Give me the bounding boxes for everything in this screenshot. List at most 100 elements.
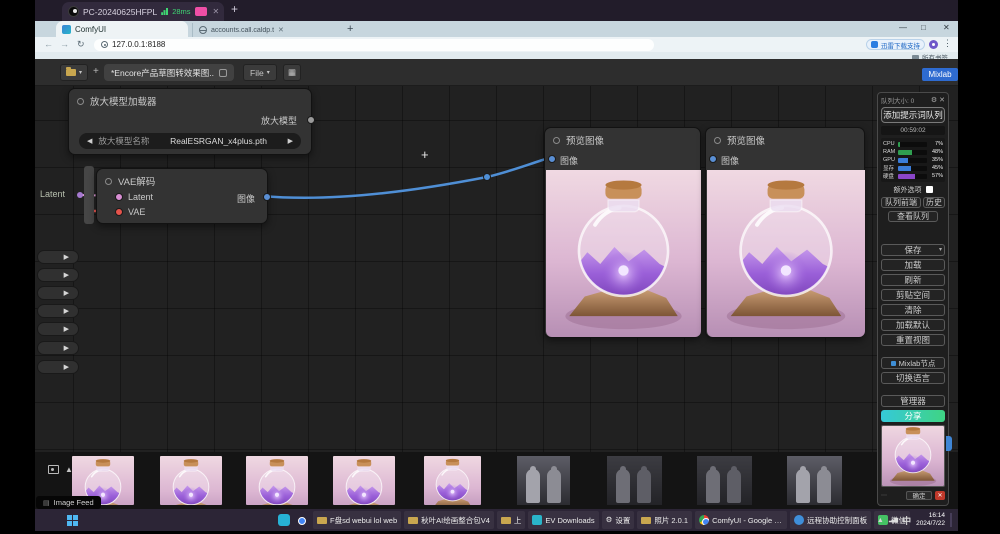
- collapsed-widget-pill[interactable]: ▶: [37, 360, 79, 374]
- taskbar-item-photos[interactable]: 照片 2.0.1: [637, 511, 692, 529]
- mixlab-nodes-button[interactable]: Mixlab节点: [881, 357, 945, 369]
- load-default-button[interactable]: 加载默认: [881, 319, 945, 331]
- bookmark-icon[interactable]: [219, 69, 227, 77]
- browser-tab-secondary[interactable]: accounts.call.caldp.t ✕: [192, 23, 338, 37]
- close-menu-icon[interactable]: ✕: [939, 96, 945, 104]
- refresh-button[interactable]: 刷新: [881, 274, 945, 286]
- browser-menu-icon[interactable]: ⋮: [943, 38, 952, 49]
- last-generated-thumbnail[interactable]: [881, 425, 945, 487]
- address-bar[interactable]: 127.0.0.1:8188: [94, 39, 654, 51]
- collapsed-widget-pill[interactable]: ▶: [37, 268, 79, 282]
- image-feed-label[interactable]: ▤ Image Feed: [36, 496, 101, 509]
- gallery-icon[interactable]: [48, 465, 59, 474]
- combo-right-icon[interactable]: ▶: [288, 137, 293, 145]
- new-tab-button[interactable]: +: [347, 23, 353, 35]
- node-preview-image-2[interactable]: 预览图像 图像: [705, 127, 865, 338]
- feed-thumbnail[interactable]: [160, 456, 222, 505]
- share-button[interactable]: 分享: [881, 410, 945, 422]
- extra-options-checkbox[interactable]: [926, 186, 933, 193]
- close-red-button[interactable]: ✕: [935, 491, 945, 500]
- remote-session-tab[interactable]: PC-20240625HFPL 28ms ✕: [62, 2, 224, 21]
- workflows-folder-button[interactable]: ▾: [60, 64, 88, 81]
- collapsed-widget-pill[interactable]: ▶: [37, 304, 79, 318]
- load-button[interactable]: 加载: [881, 259, 945, 271]
- collapsed-widget-pill[interactable]: ▶: [37, 250, 79, 264]
- collapse-dot[interactable]: [714, 137, 721, 144]
- maximize-button[interactable]: □: [921, 23, 926, 32]
- confirm-button[interactable]: 确定: [906, 491, 932, 500]
- new-session-button[interactable]: +: [231, 2, 238, 16]
- extension-avatar-icon[interactable]: [929, 40, 938, 49]
- start-button[interactable]: [67, 515, 78, 526]
- save-button[interactable]: 保存: [881, 244, 945, 256]
- refresh-button[interactable]: ↻: [77, 39, 85, 50]
- feed-thumbnail[interactable]: [517, 456, 570, 505]
- clipspace-button[interactable]: 剪贴空间: [881, 289, 945, 301]
- play-icon: ▶: [64, 271, 69, 279]
- site-info-icon[interactable]: [101, 41, 108, 48]
- taskbar-item-settings[interactable]: ⚙设置: [602, 511, 635, 529]
- drag-dots-icon[interactable]: ⋯: [881, 492, 903, 499]
- close-window-button[interactable]: ✕: [943, 23, 950, 32]
- taskbar-item-ev[interactable]: EV Downloads: [528, 511, 598, 529]
- node-preview-image-1[interactable]: 预览图像 图像: [544, 127, 701, 338]
- tray-expand-icon[interactable]: ▲: [877, 517, 884, 524]
- collapsed-widget-pill[interactable]: ▶: [37, 322, 79, 336]
- close-session-icon[interactable]: ✕: [213, 7, 220, 16]
- file-menu-button[interactable]: File ▾: [243, 64, 277, 81]
- collapse-dot[interactable]: [105, 178, 112, 185]
- latent-input-dot[interactable]: [115, 193, 123, 201]
- extra-options-row[interactable]: 额外选项: [881, 185, 945, 194]
- reset-view-button[interactable]: 重置视图: [881, 334, 945, 346]
- collapse-dot[interactable]: [77, 98, 84, 105]
- taskbar-item-folder-2[interactable]: 秋叶AI绘画整合包V4: [404, 511, 494, 529]
- clear-button[interactable]: 清除: [881, 304, 945, 316]
- minimize-button[interactable]: —: [899, 23, 907, 32]
- save-caret-icon[interactable]: ▾: [939, 246, 942, 253]
- network-icon[interactable]: ▂▄▆: [889, 517, 897, 523]
- feed-thumbnail[interactable]: [246, 456, 308, 505]
- feed-thumbnail[interactable]: [424, 456, 481, 505]
- notification-edge[interactable]: [950, 513, 952, 527]
- model-name-combo-widget[interactable]: ◀ 放大模型名称 RealESRGAN_x4plus.pth ▶: [79, 133, 301, 149]
- collapsed-widget-pill[interactable]: ▶: [37, 286, 79, 300]
- collapsed-widget-pill[interactable]: ▶: [37, 341, 79, 355]
- vae-input-dot[interactable]: [115, 208, 123, 216]
- node-vae-decode[interactable]: VAE解码 Latent VAE 图像: [96, 168, 268, 224]
- switch-locale-button[interactable]: 切换语言: [881, 372, 945, 384]
- taskbar-item-folder-1[interactable]: F盘sd webui lol web: [313, 511, 401, 529]
- queue-front-button[interactable]: 队列前端: [881, 197, 921, 208]
- combo-left-icon[interactable]: ◀: [87, 137, 92, 145]
- feed-thumbnail[interactable]: [333, 456, 395, 505]
- mixlab-apps-button[interactable]: Mixlab: [922, 68, 958, 81]
- view-queue-button[interactable]: 查看队列: [888, 211, 938, 222]
- task-view-icon[interactable]: [278, 514, 290, 526]
- taskbar-clock[interactable]: 16:14 2024/7/22: [916, 512, 945, 528]
- new-workflow-button[interactable]: +: [93, 66, 99, 77]
- manager-button[interactable]: 管理器: [881, 395, 945, 407]
- settings-gear-icon[interactable]: ⚙: [931, 96, 937, 104]
- download-extension-pill[interactable]: 迅雷下载支持: [866, 39, 925, 50]
- node-upscale-model-loader[interactable]: 放大模型加载器 放大模型 ◀ 放大模型名称 RealESRGAN_x4plus.…: [68, 88, 312, 155]
- input-method-indicator[interactable]: 中: [902, 514, 911, 527]
- image-output-dot[interactable]: [263, 193, 271, 201]
- back-button[interactable]: ←: [44, 39, 53, 49]
- taskbar-item-remote-panel[interactable]: 远程协助控制面板: [790, 511, 871, 529]
- feed-thumbnail[interactable]: [607, 456, 662, 505]
- feed-thumbnail[interactable]: [787, 456, 842, 505]
- queue-prompt-button[interactable]: 添加提示词队列: [881, 107, 945, 123]
- forward-button[interactable]: →: [60, 39, 69, 49]
- browser-tab-comfyui[interactable]: ComfyUI: [56, 21, 188, 37]
- close-tab-icon[interactable]: ✕: [278, 26, 284, 34]
- collapse-dot[interactable]: [553, 137, 560, 144]
- layout-grid-button[interactable]: ▦: [283, 64, 301, 81]
- taskbar-item-comfyui-chrome[interactable]: ComfyUI - Google Chr: [695, 511, 787, 529]
- image-input-dot[interactable]: [709, 155, 717, 163]
- workflow-tab[interactable]: *Encore产品草图转效果图..: [104, 64, 234, 81]
- image-input-dot[interactable]: [548, 155, 556, 163]
- history-button[interactable]: 历史: [923, 197, 945, 208]
- taskbar-item-folder-3[interactable]: 上: [497, 511, 526, 529]
- side-handle[interactable]: [946, 436, 952, 451]
- feed-thumbnail[interactable]: [697, 456, 752, 505]
- output-slot-dot[interactable]: [307, 116, 315, 124]
